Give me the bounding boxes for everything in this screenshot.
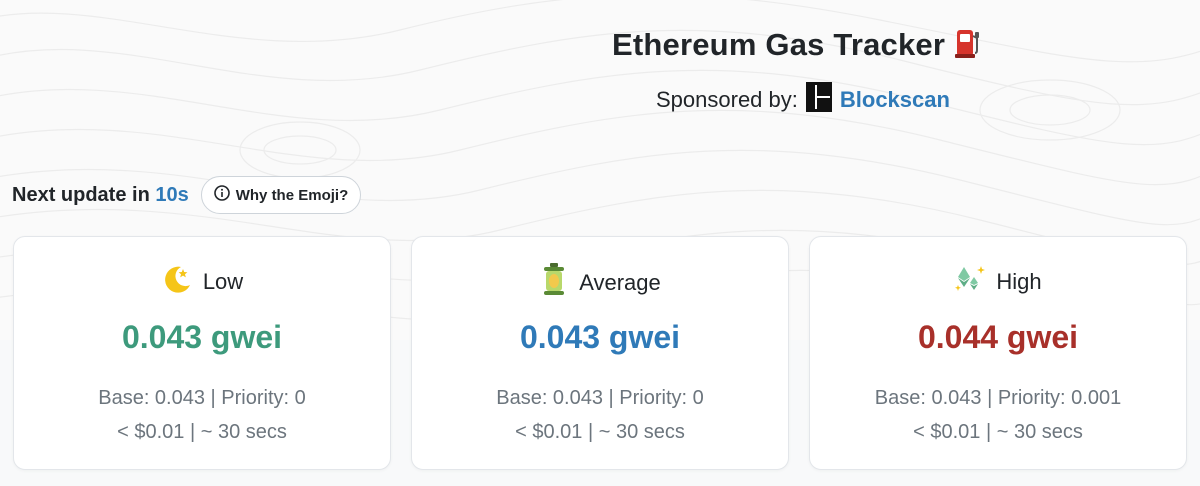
update-row: Next update in 10s Why the Emoji? [12, 176, 362, 214]
next-update-label: Next update in [12, 183, 150, 206]
info-circle-icon [213, 185, 230, 205]
cost-time: < $0.01 | ~ 30 secs [515, 421, 685, 443]
card-details: Base: 0.043 | Priority: 0 < $0.01 | ~ 30… [14, 381, 390, 449]
card-header: High [810, 263, 1186, 300]
next-update-text: Next update in 10s [12, 184, 189, 207]
gas-card-average: Average 0.043 gwei Base: 0.043 | Priorit… [411, 236, 789, 470]
update-countdown: 10s [155, 183, 189, 206]
card-header: Average [412, 263, 788, 302]
gas-value: 0.043 gwei [121, 319, 283, 355]
crescent-moon-icon [161, 263, 193, 300]
fuel-pump-icon [955, 26, 981, 63]
card-label: High [996, 268, 1042, 294]
page-title: Ethereum Gas Tracker [612, 26, 946, 62]
gas-value: 0.043 gwei [519, 319, 681, 355]
why-emoji-button[interactable]: Why the Emoji? [200, 176, 362, 214]
ethereum-sparkles-icon [954, 263, 986, 300]
blockscan-logo-icon [805, 82, 832, 117]
card-label: Low [202, 268, 244, 294]
sponsor-label: Sponsored by: [656, 86, 798, 112]
gas-card-low: Low 0.043 gwei Base: 0.043 | Priority: 0… [13, 236, 391, 470]
base-priority: Base: 0.043 | Priority: 0.001 [874, 387, 1122, 409]
gas-cards: Low 0.043 gwei Base: 0.043 | Priority: 0… [13, 236, 1187, 470]
lantern-icon [539, 263, 569, 302]
cost-time: < $0.01 | ~ 30 secs [913, 421, 1083, 443]
base-priority: Base: 0.043 | Priority: 0 [98, 387, 306, 409]
why-emoji-label: Why the Emoji? [235, 186, 349, 204]
blockscan-link[interactable]: Blockscan [840, 87, 950, 113]
sponsor-row: Sponsored by: Blockscan [656, 82, 950, 117]
base-priority: Base: 0.043 | Priority: 0 [496, 387, 704, 409]
gas-card-high: High 0.044 gwei Base: 0.043 | Priority: … [809, 236, 1187, 470]
card-header: Low [14, 263, 390, 300]
card-details: Base: 0.043 | Priority: 0 < $0.01 | ~ 30… [412, 381, 788, 449]
title-row: Ethereum Gas Tracker [612, 26, 981, 63]
card-details: Base: 0.043 | Priority: 0.001 < $0.01 | … [810, 381, 1186, 449]
card-label: Average [579, 269, 661, 295]
gas-value: 0.044 gwei [917, 319, 1079, 355]
cost-time: < $0.01 | ~ 30 secs [117, 421, 287, 443]
